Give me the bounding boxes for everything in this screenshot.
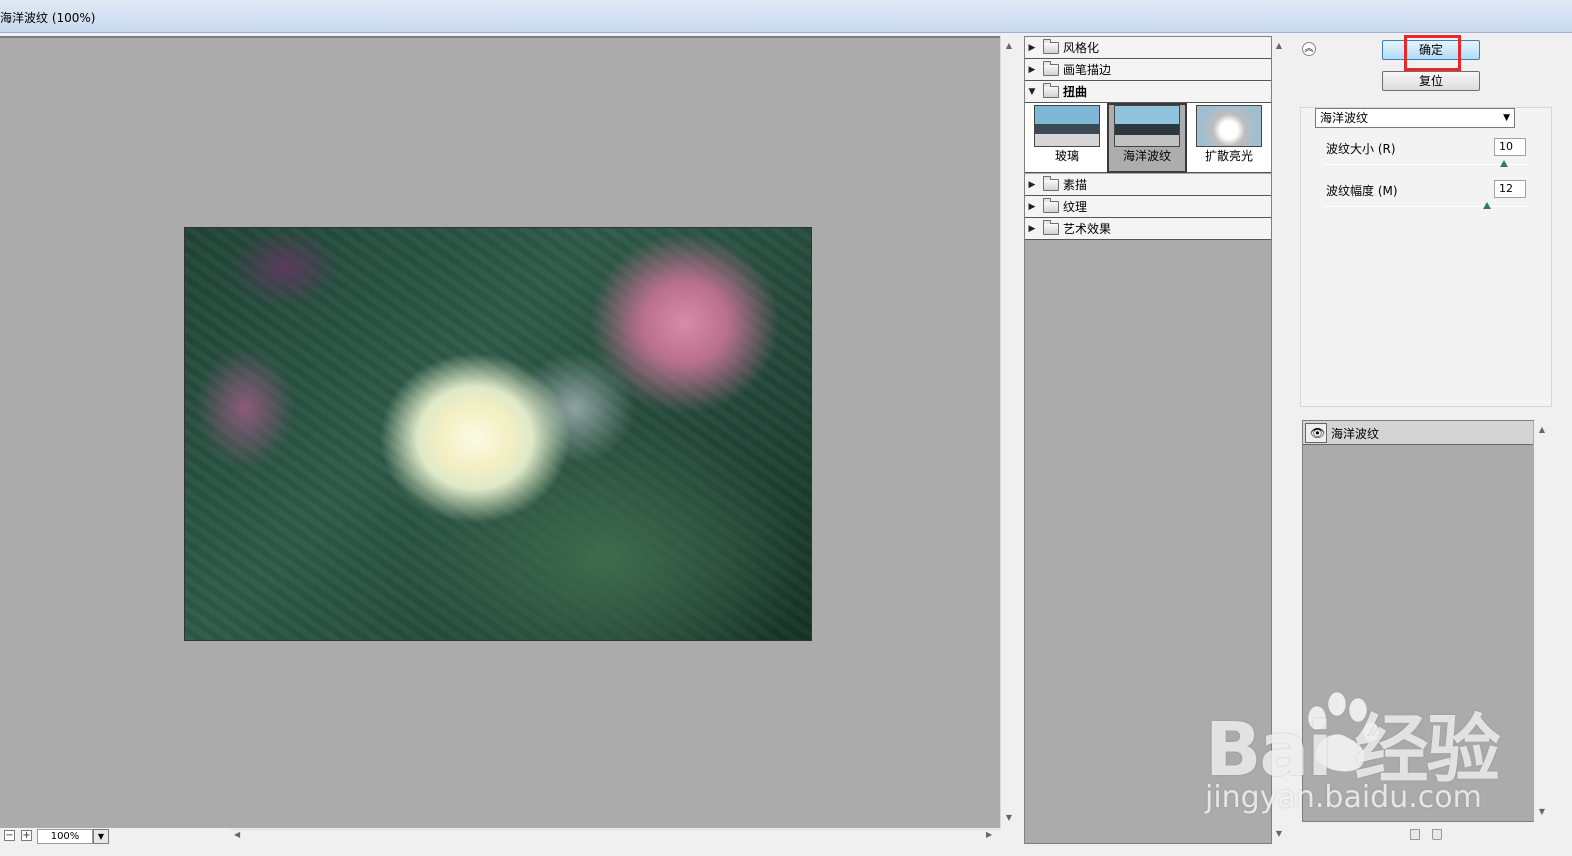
- preview-horizontal-scrollbar[interactable]: ◀ ▶: [230, 829, 1000, 844]
- new-effect-layer-icon[interactable]: [1410, 829, 1420, 840]
- reset-button[interactable]: 复位: [1382, 71, 1480, 91]
- preview-area[interactable]: [0, 36, 1000, 828]
- category-sketch[interactable]: ▶ 素描: [1025, 174, 1271, 196]
- thumbnail-ocean-ripple[interactable]: 海洋波纹: [1107, 103, 1187, 173]
- thumbnail-diffuse-glow[interactable]: 扩散亮光: [1189, 103, 1269, 173]
- category-label: 纹理: [1063, 200, 1088, 214]
- ripple-size-slider-thumb[interactable]: [1499, 160, 1508, 167]
- eye-icon: 👁: [1310, 426, 1326, 440]
- scroll-right-icon[interactable]: ▶: [986, 830, 992, 839]
- double-chevron-up-icon: ︽: [1304, 44, 1314, 54]
- expand-triangle-icon[interactable]: ▶: [1025, 43, 1039, 53]
- scroll-up-icon[interactable]: ▲: [1534, 424, 1550, 436]
- folder-icon: [1043, 175, 1059, 191]
- window-title: 海洋波纹 (100%): [0, 11, 96, 25]
- category-label: 素描: [1063, 178, 1088, 192]
- category-label: 画笔描边: [1063, 63, 1112, 77]
- ripple-size-slider[interactable]: [1324, 164, 1528, 165]
- thumbnail-label: 扩散亮光: [1204, 149, 1253, 163]
- ocean-ripple-preview-icon: [1114, 105, 1180, 147]
- title-bar: 海洋波纹 (100%): [0, 0, 1572, 33]
- scroll-down-icon[interactable]: ▼: [1534, 806, 1550, 818]
- scroll-left-icon[interactable]: ◀: [234, 830, 240, 839]
- diffuse-glow-preview-icon: [1196, 105, 1262, 147]
- glass-preview-icon: [1034, 105, 1100, 147]
- preview-image: [184, 227, 812, 641]
- category-distort[interactable]: ▼ 扭曲: [1025, 81, 1271, 103]
- category-texture[interactable]: ▶ 纹理: [1025, 196, 1271, 218]
- category-label: 扭曲: [1063, 85, 1088, 99]
- filter-select-value: 海洋波纹: [1320, 111, 1369, 125]
- zoom-dropdown-button[interactable]: ▼: [93, 829, 109, 844]
- expand-triangle-icon[interactable]: ▶: [1025, 65, 1039, 75]
- preview-vertical-scrollbar[interactable]: ▲ ▼: [1000, 36, 1016, 828]
- visibility-toggle[interactable]: 👁: [1305, 423, 1327, 443]
- collapse-triangle-icon[interactable]: ▼: [1025, 87, 1039, 97]
- filter-select[interactable]: 海洋波纹 ▼: [1315, 108, 1515, 128]
- thumbnail-label: 玻璃: [1054, 149, 1079, 163]
- category-artistic[interactable]: ▶ 艺术效果: [1025, 218, 1271, 240]
- effect-layer-label: 海洋波纹: [1331, 427, 1380, 441]
- folder-open-icon: [1043, 82, 1059, 98]
- expand-triangle-icon[interactable]: ▶: [1025, 224, 1039, 234]
- folder-icon: [1043, 197, 1059, 213]
- ok-button-highlight: [1404, 35, 1461, 71]
- category-stylize[interactable]: ▶ 风格化: [1025, 37, 1271, 59]
- watermark-url: jingyan.baidu.com: [1205, 780, 1482, 815]
- expand-triangle-icon[interactable]: ▶: [1025, 180, 1039, 190]
- distort-thumbnails: 玻璃 海洋波纹 扩散亮光: [1025, 103, 1271, 173]
- category-label: 风格化: [1063, 41, 1100, 55]
- zoom-out-button[interactable]: −: [4, 830, 15, 841]
- chevron-down-icon: ▼: [1503, 113, 1510, 123]
- chevron-down-icon: ▼: [97, 832, 105, 841]
- folder-icon: [1043, 219, 1059, 235]
- thumbnail-label: 海洋波纹: [1122, 149, 1171, 163]
- ripple-size-label: 波纹大小 (R): [1326, 142, 1396, 156]
- zoom-in-button[interactable]: +: [21, 830, 32, 841]
- category-brush-strokes[interactable]: ▶ 画笔描边: [1025, 59, 1271, 81]
- ripple-magnitude-slider-thumb[interactable]: [1483, 202, 1492, 209]
- trash-icon[interactable]: [1432, 829, 1442, 840]
- ripple-size-input[interactable]: 10: [1494, 138, 1526, 156]
- category-label: 艺术效果: [1063, 222, 1112, 236]
- expand-triangle-icon[interactable]: ▶: [1025, 202, 1039, 212]
- folder-icon: [1043, 60, 1059, 76]
- zoom-field[interactable]: 100%: [37, 829, 93, 844]
- effect-layer-row[interactable]: 👁 海洋波纹: [1303, 421, 1533, 445]
- scroll-up-icon[interactable]: ▲: [1001, 40, 1017, 52]
- scroll-up-icon[interactable]: ▲: [1271, 40, 1287, 52]
- layers-scrollbar[interactable]: ▲ ▼: [1534, 420, 1550, 822]
- ripple-magnitude-label: 波纹幅度 (M): [1326, 184, 1398, 198]
- status-bar: − + 100% ▼ ◀ ▶: [0, 828, 1000, 846]
- thumbnail-glass[interactable]: 玻璃: [1027, 103, 1107, 173]
- scroll-down-icon[interactable]: ▼: [1271, 828, 1287, 840]
- ripple-magnitude-slider[interactable]: [1324, 206, 1528, 207]
- collapse-gallery-button[interactable]: ︽: [1302, 42, 1316, 56]
- folder-icon: [1043, 38, 1059, 54]
- ripple-magnitude-input[interactable]: 12: [1494, 180, 1526, 198]
- scroll-down-icon[interactable]: ▼: [1001, 812, 1017, 824]
